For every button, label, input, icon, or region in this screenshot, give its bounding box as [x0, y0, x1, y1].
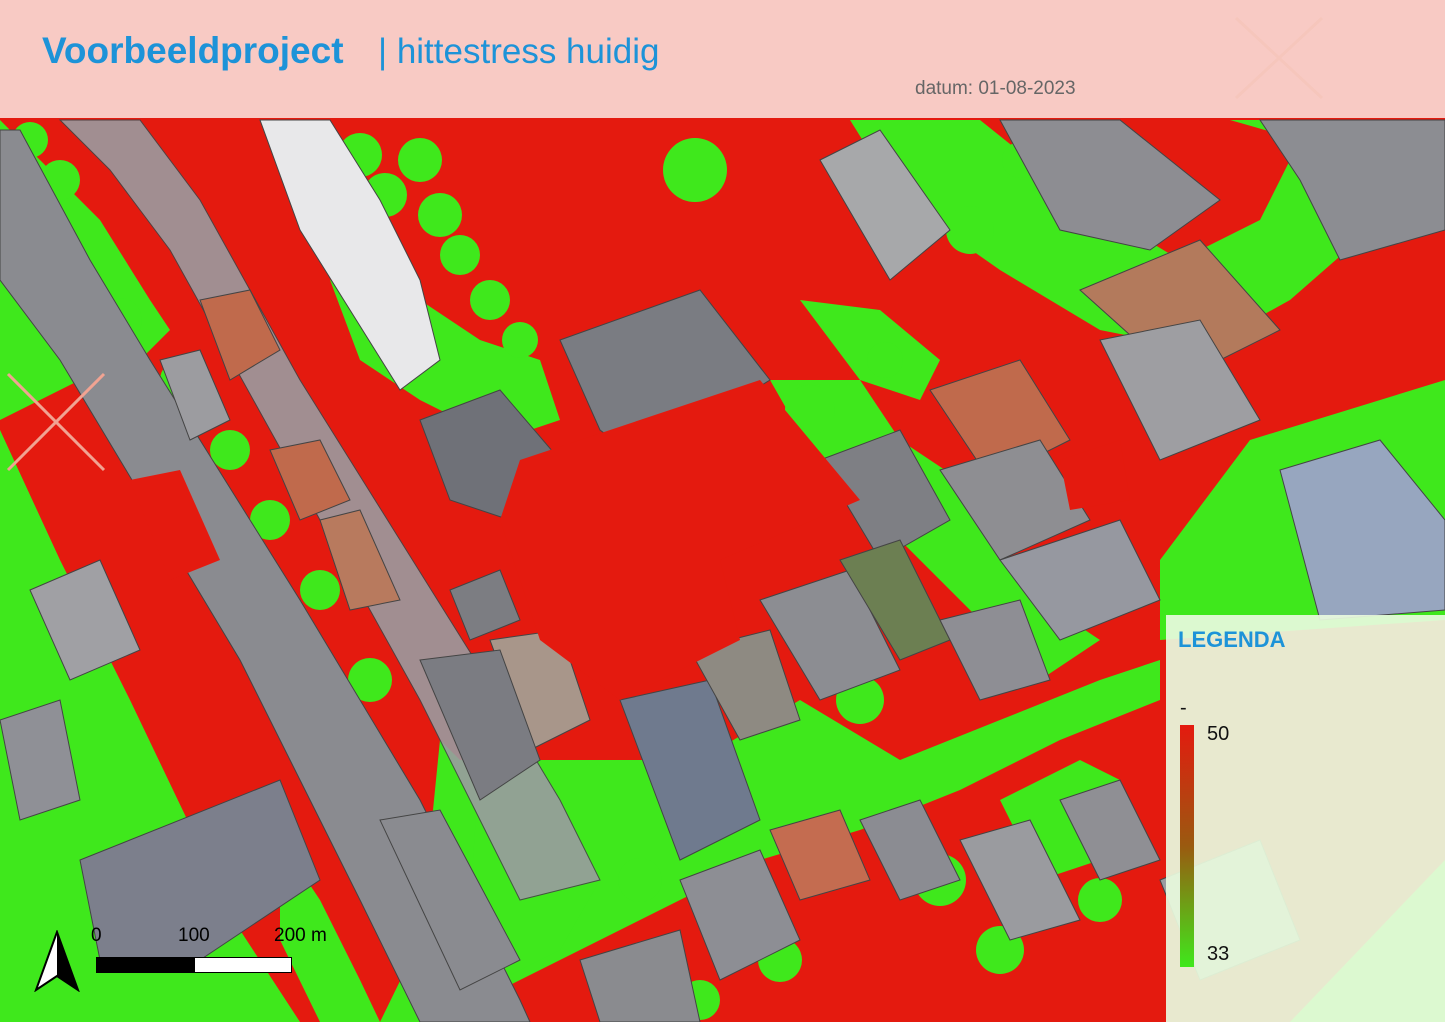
close-x-icon — [6, 372, 106, 472]
page-title: Voorbeeldproject — [42, 30, 344, 71]
scale-bar — [96, 957, 292, 973]
legend-max-label: 50 — [1207, 723, 1230, 745]
scale-segment-dark — [96, 957, 196, 973]
scale-label-100: 100 — [178, 925, 210, 946]
scale-segment-light — [194, 957, 292, 973]
legend-min-label: 33 — [1207, 943, 1230, 965]
legend-title: LEGENDA — [1178, 627, 1286, 652]
map-legend: LEGENDA - 50 33 — [1166, 615, 1445, 1022]
scale-label-0: 0 — [91, 925, 102, 946]
map-header: Voorbeeldproject | hittestress huidig da… — [0, 0, 1445, 118]
close-x-icon — [1234, 16, 1324, 100]
north-arrow-icon — [34, 930, 80, 992]
page-subtitle: | hittestress huidig — [378, 32, 660, 71]
date-label: datum: 01-08-2023 — [915, 78, 1076, 99]
legend-color-ramp — [1180, 725, 1194, 967]
legend-unit: - — [1180, 697, 1187, 719]
scale-label-200: 200 m — [274, 925, 327, 946]
